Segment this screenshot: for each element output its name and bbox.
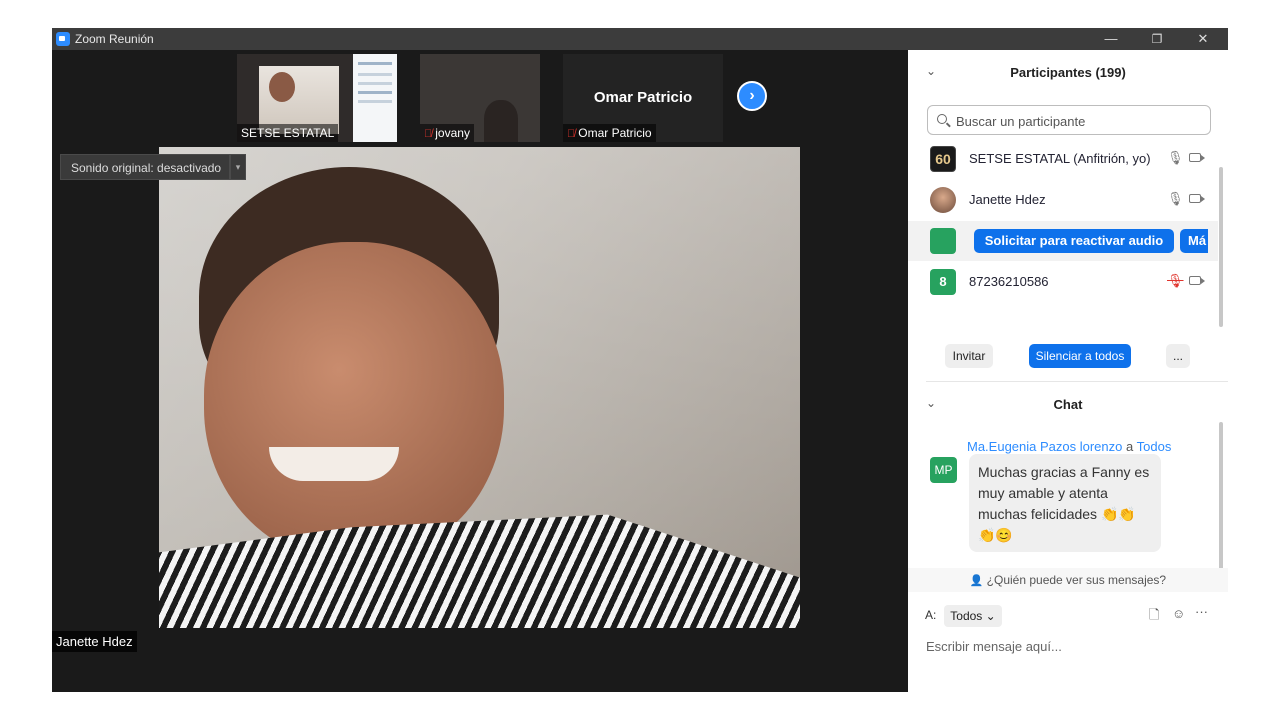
video-thumbnail-jovany[interactable]: 🎙̸ jovany xyxy=(420,54,540,142)
thumbnail-person-face xyxy=(269,72,295,102)
participant-row[interactable]: Janette Hdez 🎙 xyxy=(912,180,1214,220)
thumbnail-name: Omar Patricio xyxy=(578,126,652,140)
sender-name[interactable]: Ma.Eugenia Pazos lorenzo xyxy=(967,439,1122,454)
active-speaker-name: Janette Hdez xyxy=(52,631,137,652)
invite-button[interactable]: Invitar xyxy=(945,344,993,368)
main-speaker-video xyxy=(159,147,800,628)
muted-mic-icon: 🎙̸ xyxy=(567,128,576,140)
file-icon[interactable]: 🗋 xyxy=(1149,606,1159,628)
zoom-logo-icon xyxy=(56,32,70,46)
zoom-window: Zoom Reunión — ❐ ✕ SETSE ESTATAL 🎙̸ jovan… xyxy=(52,28,1228,692)
sender-avatar: MP xyxy=(930,457,957,483)
participants-scrollbar[interactable] xyxy=(1219,167,1223,327)
who-can-see-messages[interactable]: 👤 ¿Quién puede ver sus mensajes? xyxy=(908,568,1228,592)
video-camera-icon[interactable] xyxy=(1189,276,1205,285)
chat-message-input[interactable] xyxy=(924,634,1218,658)
participant-name: SETSE ESTATAL (Anfitrión, yo) xyxy=(969,151,1151,166)
participants-title: Participantes (199) xyxy=(1010,65,1126,80)
mic-icon[interactable]: 🎙 xyxy=(1167,191,1184,207)
participant-search-input[interactable] xyxy=(954,106,1208,136)
restore-button[interactable]: ❐ xyxy=(1134,28,1180,50)
muted-mic-icon[interactable]: 🎙 xyxy=(1167,273,1184,289)
ask-to-unmute-button[interactable]: Solicitar para reactivar audio xyxy=(974,229,1174,253)
emoji-icon[interactable]: ☺ xyxy=(1172,606,1185,621)
who-can-see-link: ¿Quién puede ver sus mensajes? xyxy=(986,573,1167,587)
video-camera-icon[interactable] xyxy=(1189,194,1205,203)
participant-search[interactable] xyxy=(927,105,1211,136)
participant-avatar: 60 xyxy=(930,146,956,172)
thumbnail-label: SETSE ESTATAL xyxy=(237,124,339,142)
thumbnail-document-pane xyxy=(353,54,397,142)
original-sound-toggle[interactable]: Sonido original: desactivado xyxy=(60,154,231,180)
participant-row[interactable]: 8 87236210586 🎙 xyxy=(912,262,1214,302)
window-title: Zoom Reunión xyxy=(75,32,154,46)
chat-scrollbar[interactable] xyxy=(1219,422,1223,570)
participant-avatar-photo xyxy=(930,187,956,213)
thumbnail-person-silhouette xyxy=(484,100,518,142)
chat-title: Chat xyxy=(1053,397,1083,412)
muted-mic-icon: 🎙̸ xyxy=(424,128,433,140)
title-bar: Zoom Reunión — ❐ ✕ xyxy=(52,28,1228,50)
recipient-name: Todos xyxy=(1136,439,1172,454)
side-panel: ⌄ Participantes (199) 60 SETSE ESTATAL (… xyxy=(908,50,1228,692)
no-video-display-name: Omar Patricio xyxy=(593,89,693,106)
chat-header: ⌄ Chat xyxy=(908,382,1228,426)
to-prefix: a xyxy=(1126,439,1134,454)
search-icon xyxy=(937,114,947,124)
participant-row[interactable]: 60 SETSE ESTATAL (Anfitrión, yo) 🎙 xyxy=(912,139,1214,179)
next-page-arrow-icon[interactable]: › xyxy=(737,81,767,111)
speaker-face xyxy=(204,242,504,562)
more-options-button[interactable]: Má xyxy=(1180,229,1208,253)
chat-message-bubble: Muchas gracias a Fanny es muy amable y a… xyxy=(969,454,1161,552)
video-camera-icon[interactable] xyxy=(1189,153,1205,162)
thumbnail-label: 🎙̸ jovany xyxy=(420,124,474,142)
close-button[interactable]: ✕ xyxy=(1180,28,1226,50)
original-sound-dropdown-icon[interactable]: ▾ xyxy=(230,154,246,180)
participant-name: Janette Hdez xyxy=(969,192,1046,207)
chat-message-sender: Ma.Eugenia Pazos lorenzo a Todos xyxy=(967,439,1171,454)
people-icon: 👤 xyxy=(969,575,987,587)
participant-avatar: 8 xyxy=(930,269,956,295)
video-thumbnail-omar[interactable]: Omar Patricio 🎙̸ Omar Patricio xyxy=(563,54,723,142)
speaker-smile xyxy=(269,447,399,481)
to-label: A: xyxy=(925,608,937,622)
participant-avatar xyxy=(930,228,956,254)
thumbnail-name: jovany xyxy=(435,126,470,140)
mic-icon[interactable]: 🎙 xyxy=(1167,150,1184,166)
participant-name: 87236210586 xyxy=(969,274,1049,289)
participants-header: ⌄ Participantes (199) xyxy=(908,50,1228,94)
minimize-button[interactable]: — xyxy=(1088,28,1134,50)
more-options-button[interactable]: ... xyxy=(1166,344,1190,368)
thumbnail-label: 🎙̸ Omar Patricio xyxy=(563,124,656,142)
video-thumbnail-setse[interactable]: SETSE ESTATAL xyxy=(237,54,397,142)
recipient-select[interactable]: Todos ⌄ xyxy=(944,605,1002,627)
video-stage: SETSE ESTATAL 🎙̸ jovany Omar Patricio 🎙̸ O… xyxy=(52,50,908,692)
more-tools-icon[interactable]: ··· xyxy=(1195,604,1208,619)
participant-row-hovered[interactable]: Solicitar para reactivar audio Má xyxy=(908,221,1218,261)
mute-all-button[interactable]: Silenciar a todos xyxy=(1029,344,1131,368)
